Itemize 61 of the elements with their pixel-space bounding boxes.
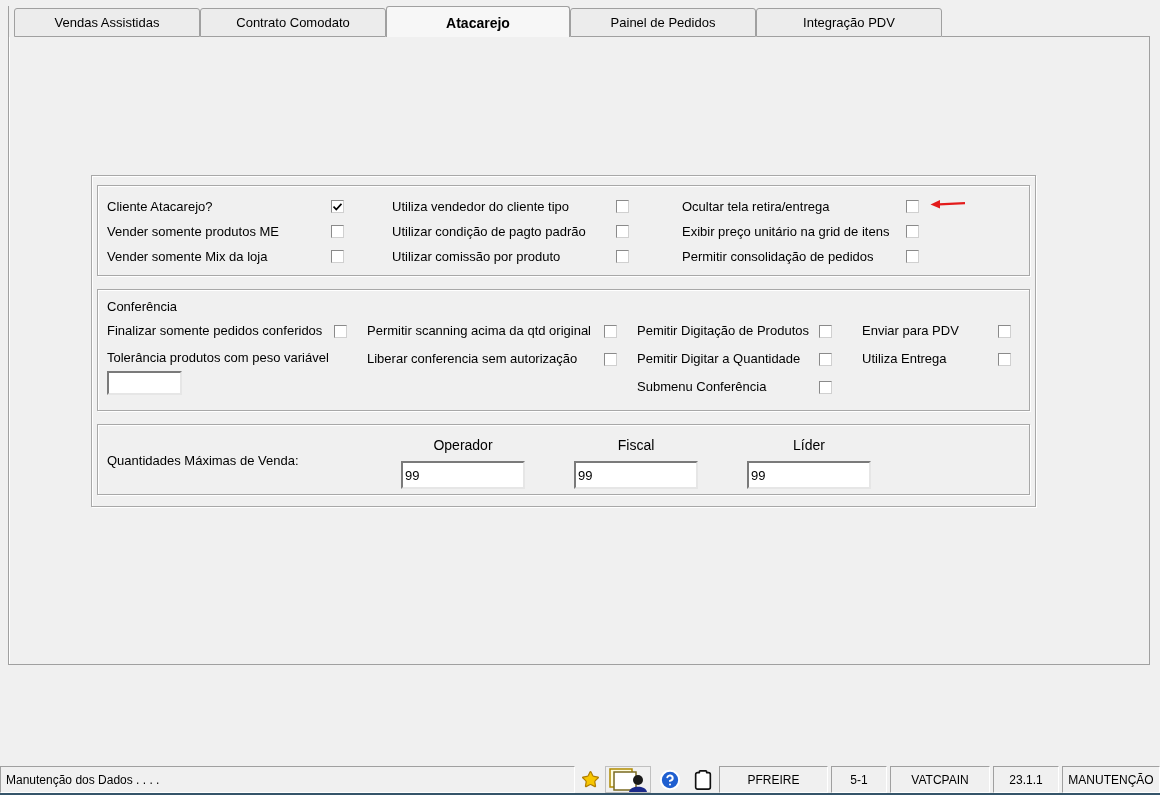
field-label: Quantidades Máximas de Venda:: [107, 453, 300, 469]
checkbox[interactable]: [604, 352, 617, 366]
pointer-arrow-icon: [930, 199, 966, 209]
input-field[interactable]: 99: [747, 461, 871, 489]
checkbox[interactable]: [331, 250, 344, 263]
checkbox[interactable]: [331, 225, 344, 238]
tab[interactable]: Integração PDV: [756, 8, 942, 37]
option-label: Permitir scanning acima da qtd original: [367, 322, 592, 341]
checkbox[interactable]: [906, 250, 919, 263]
checkbox[interactable]: [604, 324, 617, 338]
field-label: Operador: [433, 436, 493, 455]
window-person-button[interactable]: [605, 766, 651, 793]
option-label: Finalizar somente pedidos conferidos: [107, 322, 324, 341]
option-label: Utilizar comissão por produto: [392, 247, 562, 266]
checkbox[interactable]: [906, 200, 919, 213]
field-label: Tolerância produtos com peso variável: [107, 349, 329, 367]
option-label: Submenu Conferência: [637, 378, 768, 397]
checkbox[interactable]: [819, 380, 832, 394]
tab[interactable]: Atacarejo: [386, 6, 570, 37]
option-label: Utiliza Entrega: [862, 350, 948, 369]
checkbox[interactable]: [998, 352, 1011, 366]
window-person-icon: [609, 767, 647, 792]
checkbox[interactable]: [334, 324, 347, 338]
option-label: Ocultar tela retira/entrega: [682, 197, 831, 216]
option-label: Cliente Atacarejo?: [107, 197, 214, 216]
field-label: Fiscal: [617, 436, 655, 455]
checkbox[interactable]: [819, 352, 832, 366]
option-label: Pemitir Digitação de Produtos: [637, 322, 810, 341]
group-title: Conferência: [107, 298, 178, 316]
status-cell: 5-1: [831, 766, 887, 793]
check-icon: [333, 202, 342, 211]
status-cell: VATCPAIN: [890, 766, 990, 793]
option-label: Exibir preço unitário na grid de itens: [682, 222, 891, 241]
input-field[interactable]: [107, 371, 182, 395]
option-label: Utiliza vendedor do cliente tipo: [392, 197, 571, 216]
option-label: Pemitir Digitar a Quantidade: [637, 350, 802, 369]
tab[interactable]: Contrato Comodato: [200, 8, 386, 37]
checkbox[interactable]: [616, 225, 629, 238]
star-icon: [580, 770, 600, 789]
checkbox[interactable]: [616, 250, 629, 263]
option-label: Utilizar condição de pagto padrão: [392, 222, 587, 241]
status-cell: 23.1.1: [993, 766, 1059, 793]
checkbox[interactable]: [331, 200, 344, 213]
input-field[interactable]: 99: [401, 461, 525, 489]
checkbox[interactable]: [616, 200, 629, 213]
status-message: Manutenção dos Dados . . . .: [0, 766, 575, 793]
checkbox[interactable]: [819, 324, 832, 338]
help-icon: [659, 768, 681, 791]
field-label: Líder: [793, 436, 825, 455]
status-cell: PFREIRE: [719, 766, 828, 793]
option-label: Vender somente produtos ME: [107, 222, 280, 241]
option-label: Liberar conferencia sem autorização: [367, 350, 579, 369]
option-label: Enviar para PDV: [862, 322, 960, 341]
checkbox[interactable]: [998, 324, 1011, 338]
tab[interactable]: Painel de Pedidos: [570, 8, 756, 37]
status-cell: MANUTENÇÃO: [1062, 766, 1160, 793]
option-label: Permitir consolidação de pedidos: [682, 247, 875, 266]
tab[interactable]: Vendas Assistidas: [14, 8, 200, 37]
input-field[interactable]: 99: [574, 461, 698, 489]
option-label: Vender somente Mix da loja: [107, 247, 269, 266]
checkbox[interactable]: [906, 225, 919, 238]
